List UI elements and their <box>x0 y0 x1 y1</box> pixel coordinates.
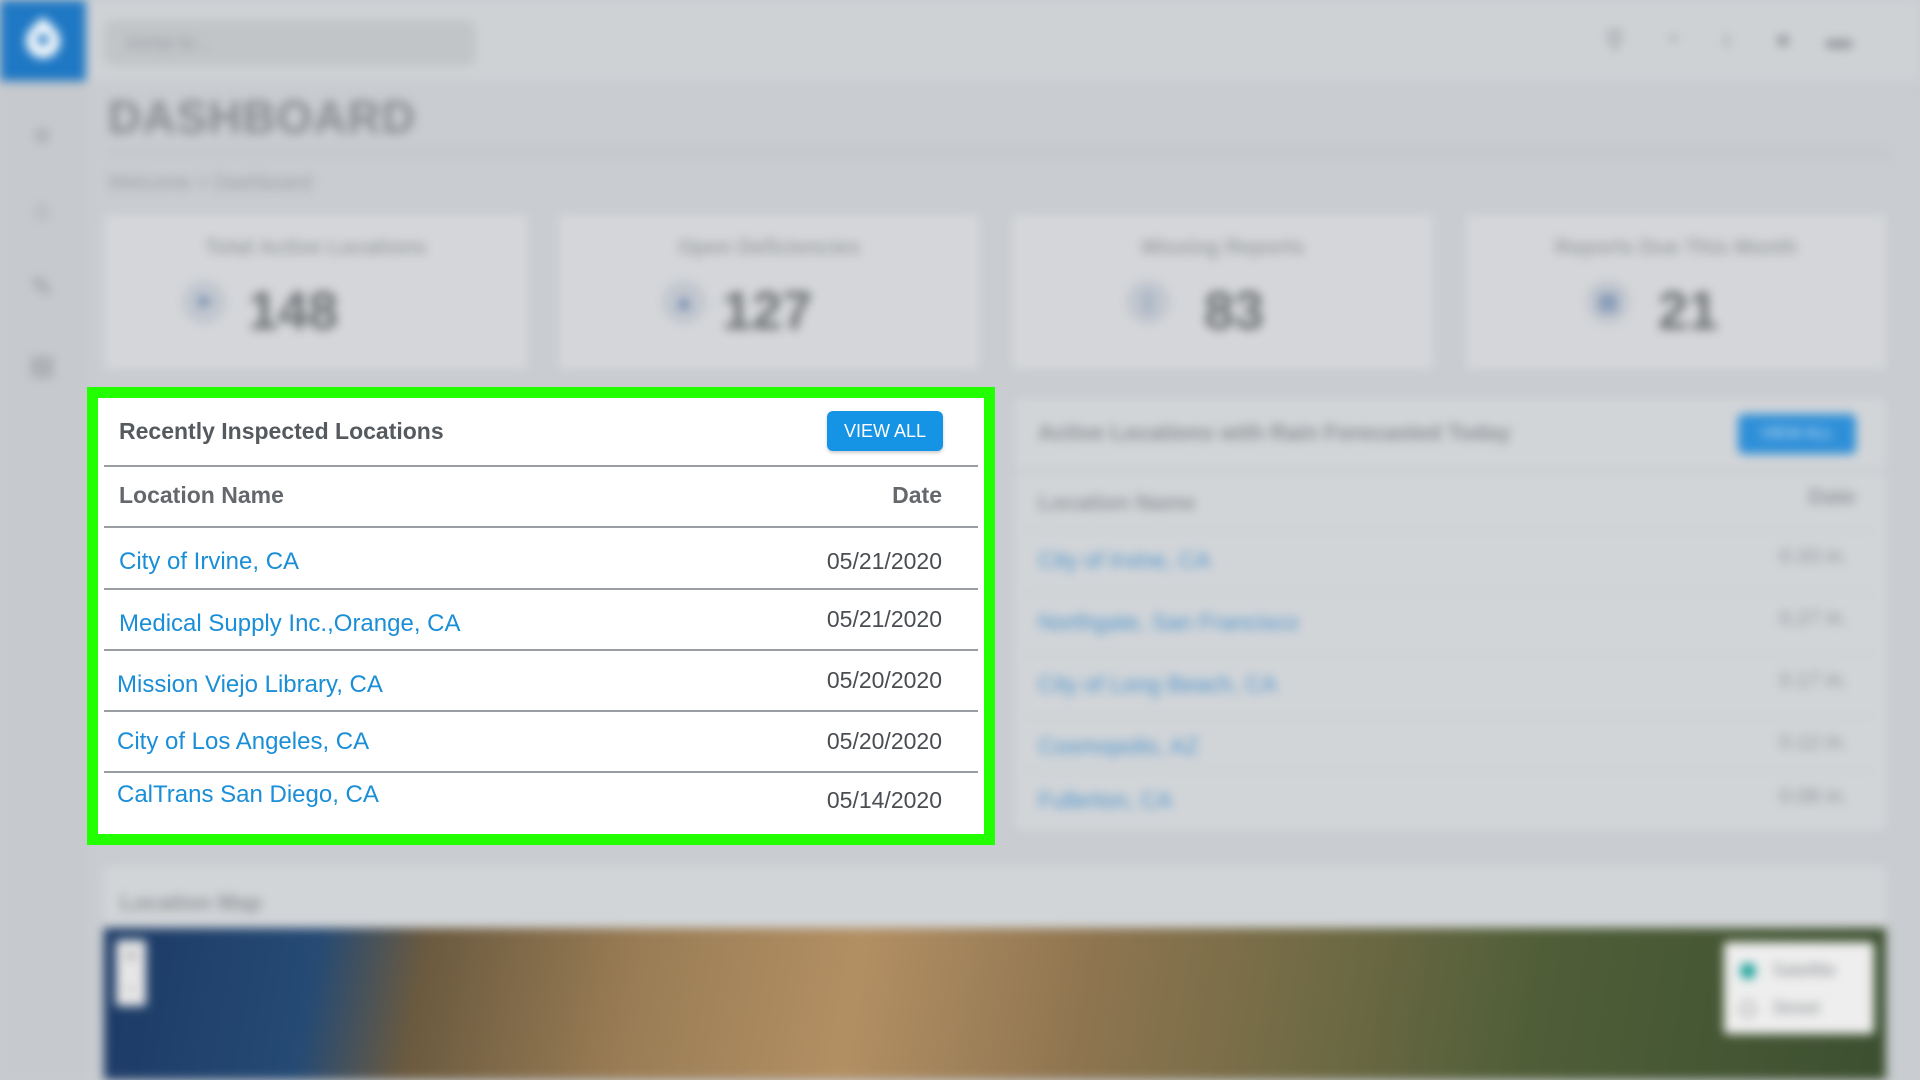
building-icon[interactable]: ▤ <box>28 352 56 378</box>
user-card-icon[interactable]: ▬ <box>1824 24 1854 55</box>
column-header-date: Date <box>892 482 942 508</box>
table-row: Fullerton, CA 0.08 in. <box>1024 770 1876 830</box>
inspection-date: 05/21/2020 <box>826 606 942 632</box>
wrench-icon[interactable]: ✎ <box>28 274 56 300</box>
app-logo[interactable] <box>0 0 86 81</box>
rain-amount: 0.08 in. <box>1779 785 1848 808</box>
rain-col-date: Date <box>1808 484 1856 509</box>
radio-selected-icon <box>1740 963 1756 980</box>
recently-inspected-card: Recently Inspected Locations VIEW ALL Lo… <box>98 398 984 834</box>
rain-card-title: Active Locations with Rain Forecasted To… <box>1038 420 1511 445</box>
table-row: Cosmopolis, AZ 0.12 in. <box>1024 716 1876 776</box>
rain-amount: 0.33 in. <box>1779 545 1848 568</box>
view-all-button[interactable]: VIEW ALL <box>827 411 943 451</box>
inspection-date: 05/21/2020 <box>826 548 942 574</box>
location-link[interactable]: CalTrans San Diego, CA <box>117 781 379 809</box>
inspection-date: 05/20/2020 <box>826 667 942 693</box>
stat-card-total-active-locations[interactable]: Total Active Locations ➤ 148 <box>104 214 528 370</box>
inspection-date: 05/20/2020 <box>826 728 942 754</box>
table-row: City of Irvine, CA 0.33 in. <box>1024 530 1876 590</box>
table-row: Northgate, San Francisco 0.27 in. <box>1024 592 1876 652</box>
layer-option-street[interactable]: Street <box>1740 998 1820 1019</box>
rain-amount: 0.17 in. <box>1779 669 1848 692</box>
globe-icon[interactable]: ● <box>1768 24 1798 55</box>
layer-label: Satellite <box>1772 960 1837 980</box>
breadcrumb-dashboard: Dashboard <box>213 172 312 194</box>
water-drop-icon <box>18 16 68 65</box>
card-title: Recently Inspected Locations <box>119 418 444 444</box>
rain-location-link[interactable]: City of Long Beach, CA <box>1038 671 1277 698</box>
stat-label: Total Active Locations <box>205 236 427 259</box>
rain-amount: 0.27 in. <box>1779 607 1848 630</box>
rain-header-divider <box>1014 470 1886 472</box>
location-link[interactable]: City of Irvine, CA <box>119 548 299 576</box>
stat-card-reports-due-this-month[interactable]: Reports Due This Month ▦ 21 <box>1466 214 1886 370</box>
stat-card-missing-reports[interactable]: Missing Reports ▯ 83 <box>1012 214 1434 370</box>
sidebar: ≡ ⌂ ✎ ▤ <box>0 0 86 1080</box>
warning-triangle-icon: ▲ <box>662 280 706 324</box>
calendar-icon: ▦ <box>1586 280 1630 324</box>
rain-forecast-card: Active Locations with Rain Forecasted To… <box>1014 398 1886 830</box>
breadcrumb: Welcome > Dashboard <box>108 172 312 195</box>
page-title: DASHBOARD <box>108 91 416 143</box>
navigation-arrow-icon: ➤ <box>182 280 226 324</box>
map-zoom-controls: + - <box>116 940 146 1006</box>
breadcrumb-welcome[interactable]: Welcome <box>108 172 191 194</box>
rain-location-link[interactable]: Fullerton, CA <box>1038 787 1172 814</box>
stat-card-open-deficiencies[interactable]: Open Deficiencies ▲ 127 <box>558 214 980 370</box>
rain-location-link[interactable]: Northgate, San Francisco <box>1038 609 1299 636</box>
rain-view-all-button[interactable]: VIEW ALL <box>1738 414 1856 454</box>
title-divider <box>108 152 1888 154</box>
jump-to-search-input[interactable]: Jump to... <box>104 20 476 66</box>
rain-location-link[interactable]: Cosmopolis, AZ <box>1038 733 1199 760</box>
map-layer-switcher: Satellite Street <box>1724 942 1874 1034</box>
zoom-out-button[interactable]: - <box>116 972 146 1004</box>
location-map-card: Location Map + - Satellite Street <box>104 866 1886 1080</box>
layer-label: Street <box>1772 998 1821 1018</box>
location-link[interactable]: Mission Viejo Library, CA <box>117 671 383 699</box>
stat-label: Missing Reports <box>1141 236 1305 259</box>
row-divider <box>104 771 978 773</box>
radio-unselected-icon <box>1740 1001 1756 1018</box>
table-row: City of Long Beach, CA 0.17 in. <box>1024 654 1876 714</box>
column-header-location-name: Location Name <box>119 482 284 508</box>
stat-value: 148 <box>248 281 339 341</box>
zoom-in-button[interactable]: + <box>116 940 146 972</box>
location-pin-icon[interactable]: ⚲ <box>1600 24 1630 55</box>
stat-label: Reports Due This Month <box>1554 236 1798 259</box>
top-bar: Jump to... ⚲ ◔ ♁ ● ▬ <box>86 0 1920 81</box>
rain-amount: 0.12 in. <box>1779 731 1848 754</box>
stat-value: 21 <box>1658 281 1719 341</box>
document-icon: ▯ <box>1126 280 1170 324</box>
header-divider <box>104 465 978 467</box>
location-link[interactable]: Medical Supply Inc.,Orange, CA <box>119 610 461 638</box>
bell-icon[interactable]: ◔ <box>1656 24 1686 55</box>
menu-icon[interactable]: ≡ <box>28 122 56 148</box>
stat-label: Open Deficiencies <box>677 236 861 259</box>
row-divider <box>104 649 978 651</box>
row-divider <box>104 588 978 590</box>
row-divider <box>104 526 978 528</box>
stat-value: 127 <box>722 281 813 341</box>
stat-value: 83 <box>1204 281 1265 341</box>
lightbulb-icon[interactable]: ♁ <box>1712 24 1742 55</box>
inspection-date: 05/14/2020 <box>826 787 942 813</box>
rain-location-link[interactable]: City of Irvine, CA <box>1038 547 1211 574</box>
location-link[interactable]: City of Los Angeles, CA <box>117 728 369 756</box>
layer-option-satellite[interactable]: Satellite <box>1740 960 1836 981</box>
satellite-map[interactable]: + - Satellite Street <box>104 928 1886 1080</box>
rain-col-location-name: Location Name <box>1038 490 1196 515</box>
breadcrumb-separator: > <box>196 172 209 194</box>
home-icon[interactable]: ⌂ <box>28 196 56 222</box>
map-title: Location Map <box>120 890 262 915</box>
row-divider <box>104 710 978 712</box>
